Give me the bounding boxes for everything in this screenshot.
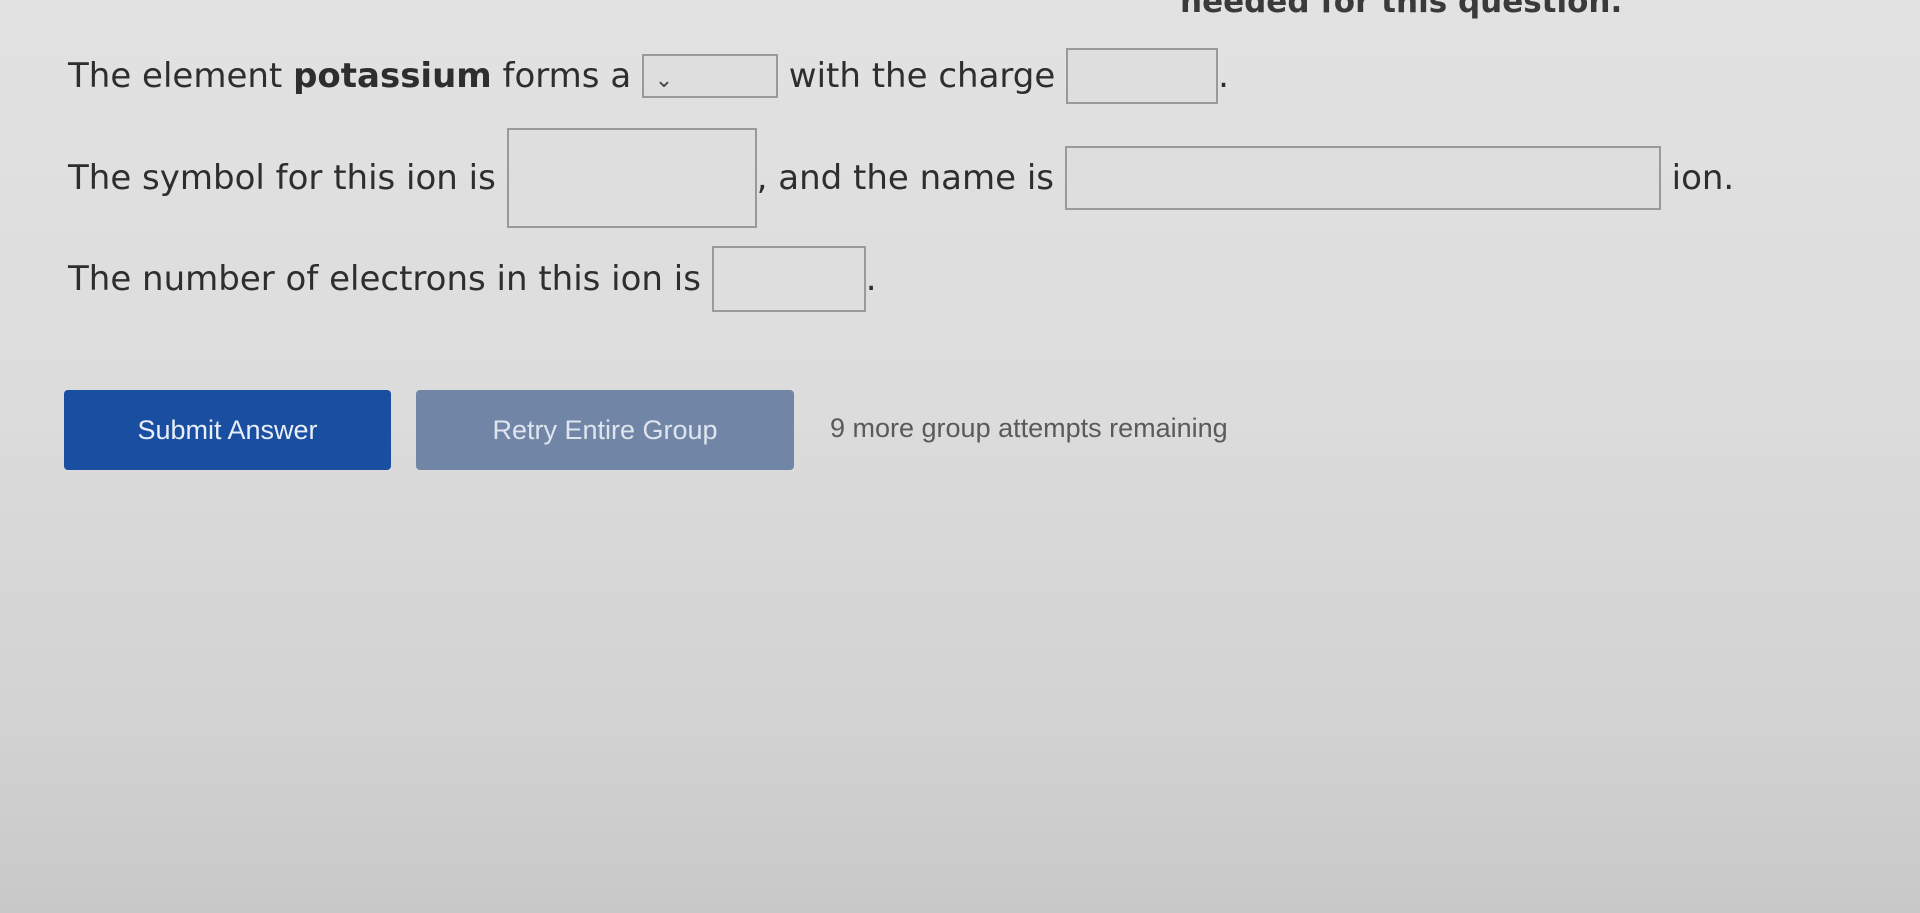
question-line-1: The element potassium forms a ⌄ with the… xyxy=(68,48,1229,104)
charge-input[interactable] xyxy=(1066,48,1219,104)
line2-end: ion. xyxy=(1660,158,1735,198)
question-line-2: The symbol for this ion is , and the nam… xyxy=(68,128,1734,228)
line3-end: . xyxy=(865,259,877,299)
instructions-cutoff-text: needed for this question. xyxy=(1180,0,1623,20)
line2-prefix: The symbol for this ion is xyxy=(68,158,507,198)
symbol-input[interactable] xyxy=(506,128,757,228)
line1-prefix: The element xyxy=(68,56,294,96)
submit-answer-button[interactable]: Submit Answer xyxy=(64,390,391,470)
question-line-3: The number of electrons in this ion is . xyxy=(68,246,877,312)
ion-name-input[interactable] xyxy=(1064,146,1661,210)
attempts-remaining-text: 9 more group attempts remaining xyxy=(830,413,1228,443)
line3-prefix: The number of electrons in this ion is xyxy=(68,259,712,299)
line1-after-select: with the charge xyxy=(777,56,1067,96)
line2-mid: , and the name is xyxy=(756,158,1065,198)
electrons-input[interactable] xyxy=(711,246,866,312)
ion-type-select[interactable]: ⌄ xyxy=(641,54,778,98)
retry-entire-group-button[interactable]: Retry Entire Group xyxy=(416,390,794,470)
chevron-down-icon: ⌄ xyxy=(654,68,674,93)
line1-mid: forms a xyxy=(491,56,642,96)
element-name: potassium xyxy=(293,56,492,96)
line1-end: . xyxy=(1218,56,1229,96)
